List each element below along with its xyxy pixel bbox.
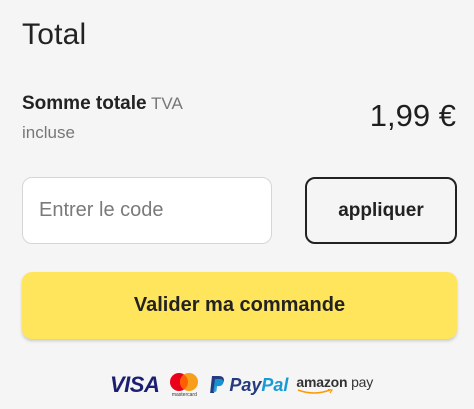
page-title: Total — [22, 18, 87, 51]
mastercard-caption: mastercard — [171, 392, 197, 398]
promo-code-input[interactable] — [22, 177, 272, 244]
validate-order-button[interactable]: Valider ma commande — [22, 272, 457, 339]
amazon-pay-text: pay — [351, 374, 374, 390]
paypal-logo: PayPal — [209, 375, 288, 396]
apply-code-button[interactable]: appliquer — [305, 177, 457, 244]
total-amount: 1,99 € — [369, 98, 456, 133]
amazon-pay-logo: amazon pay — [296, 375, 373, 395]
paypal-icon — [210, 376, 225, 393]
amazon-brand-text: amazon — [296, 374, 348, 390]
mastercard-logo: mastercard — [167, 372, 201, 398]
total-label: Somme totale TVA incluse — [22, 90, 242, 147]
paypal-pal-text: Pal — [261, 374, 289, 395]
payment-methods: VISA mastercard PayPal amazon pay — [110, 370, 373, 400]
tax-note-2: incluse — [22, 123, 75, 142]
visa-logo: VISA — [110, 372, 160, 397]
mastercard-icon — [170, 373, 199, 391]
tax-note-1: TVA — [151, 94, 183, 113]
amazon-smile-icon — [298, 389, 334, 394]
paypal-pay-text: Pay — [229, 374, 262, 395]
total-label-main: Somme totale — [22, 93, 147, 114]
